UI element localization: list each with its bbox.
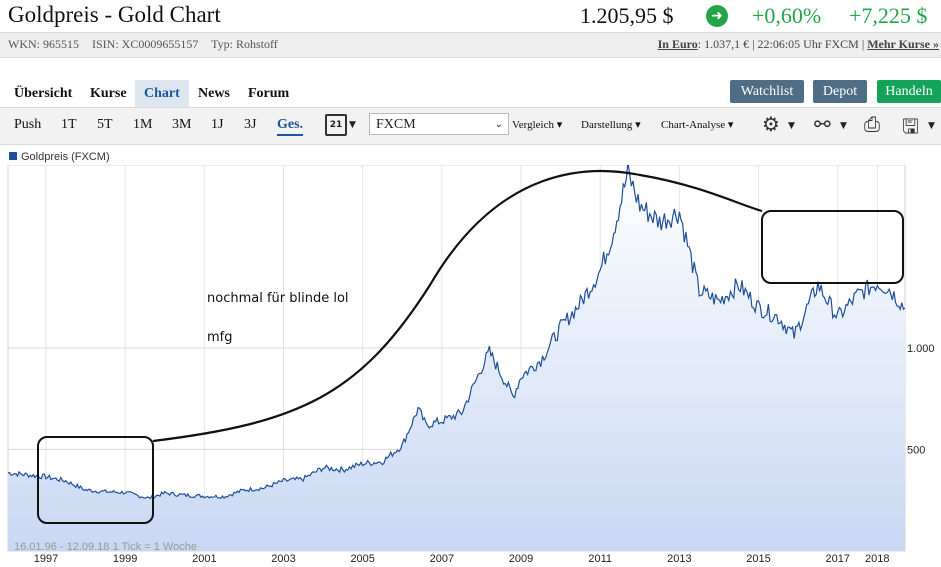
annotation-text-1: nochmal für blinde lol: [207, 291, 349, 306]
page-header: Goldpreis - Gold Chart 1.205,95 $ ➜ +0,6…: [0, 0, 941, 31]
x-tick-label: 2018: [865, 553, 889, 565]
x-tick-label: 2003: [271, 553, 295, 565]
euro-value: : 1.037,1 € | 22:06:05 Uhr FXCM |: [697, 37, 865, 51]
y-tick-label: 500: [907, 444, 925, 456]
chart-range-footer: 16.01.96 - 12.09.18 1 Tick = 1 Woche: [14, 541, 197, 553]
chart-analyse-label: Chart-Analyse: [661, 119, 726, 131]
vergleich-label: Vergleich: [512, 119, 554, 131]
gold-price-chart[interactable]: 1997 1999 2001 2003 2005 2007 2009 2011 2013 2015…: [0, 165, 941, 565]
isin-label: ISIN: XC0009655157: [92, 37, 199, 51]
x-tick-label: 2009: [509, 553, 533, 565]
in-euro-link[interactable]: In Euro: [658, 37, 698, 51]
euro-quote: In Euro: 1.037,1 € | 22:06:05 Uhr FXCM |…: [658, 37, 939, 52]
nodes-icon[interactable]: ⚯: [814, 112, 831, 136]
gear-caret-icon[interactable]: ▼: [788, 121, 795, 131]
x-tick-label: 2013: [667, 553, 691, 565]
chart-toolbar: Push 1T 5T 1M 3M 1J 3J Ges. 21 ▼ FXCM ⌄ …: [0, 107, 941, 145]
type-label: Typ: Rohstoff: [211, 37, 278, 51]
depot-button[interactable]: Depot: [813, 80, 867, 103]
darstellung-label: Darstellung: [581, 119, 633, 131]
gear-icon[interactable]: ⚙: [762, 112, 780, 136]
period-ges[interactable]: Ges.: [277, 117, 304, 136]
x-tick-label: 2015: [746, 553, 770, 565]
calendar-caret-icon[interactable]: ▼: [349, 120, 356, 130]
x-tick-label: 2017: [825, 553, 849, 565]
chevron-down-icon: ⌄: [494, 119, 503, 130]
tab-chart[interactable]: Chart: [135, 80, 189, 107]
nodes-caret-icon[interactable]: ▼: [840, 121, 847, 131]
change-absolute: +7,225 $: [849, 3, 928, 28]
wkn-label: WKN: 965515: [8, 37, 79, 51]
annotation-text-2: mfg: [207, 330, 233, 345]
x-axis-ticks: 1997 1999 2001 2003 2005 2007 2009 2011 2013 2015…: [34, 553, 890, 565]
arrow-up-circle-icon: ➜: [706, 5, 728, 27]
legend-label: Goldpreis (FXCM): [21, 151, 110, 163]
x-tick-label: 2005: [350, 553, 374, 565]
y-axis-ticks: 1.000 500: [907, 343, 935, 457]
exchange-select[interactable]: FXCM ⌄: [369, 113, 509, 135]
page-title: Goldpreis - Gold Chart: [8, 2, 221, 27]
calendar-icon[interactable]: 21: [325, 114, 347, 136]
period-3m[interactable]: 3M: [172, 117, 191, 133]
tab-kurse[interactable]: Kurse: [90, 80, 127, 107]
chart-analyse-menu[interactable]: Chart-Analyse ▾: [661, 118, 733, 131]
save-caret-icon[interactable]: ▼: [928, 121, 935, 131]
tab-news[interactable]: News: [198, 80, 230, 107]
darstellung-menu[interactable]: Darstellung ▾: [581, 118, 641, 131]
period-push[interactable]: Push: [14, 117, 41, 133]
x-tick-label: 2011: [588, 553, 612, 565]
more-quotes-link[interactable]: Mehr Kurse »: [867, 37, 939, 51]
chart-legend: Goldpreis (FXCM): [9, 151, 110, 163]
period-3j[interactable]: 3J: [244, 117, 256, 133]
change-percent: +0,60%: [752, 3, 822, 28]
period-1t[interactable]: 1T: [61, 117, 77, 133]
instrument-meta: WKN: 965515 ISIN: XC0009655157 Typ: Rohs…: [8, 37, 288, 52]
print-icon[interactable]: ⎙: [864, 112, 880, 136]
period-1j[interactable]: 1J: [211, 117, 223, 133]
handeln-button[interactable]: Handeln: [877, 80, 941, 103]
tab-forum[interactable]: Forum: [248, 80, 289, 107]
legend-swatch: [9, 152, 17, 160]
period-5t[interactable]: 5T: [97, 117, 113, 133]
y-tick-label: 1.000: [907, 343, 935, 355]
x-tick-label: 1999: [113, 553, 137, 565]
x-tick-label: 1997: [34, 553, 58, 565]
x-tick-label: 2007: [430, 553, 454, 565]
tab-uebersicht[interactable]: Übersicht: [14, 80, 72, 107]
x-tick-label: 2001: [192, 553, 216, 565]
period-1m[interactable]: 1M: [133, 117, 152, 133]
instrument-info-bar: WKN: 965515 ISIN: XC0009655157 Typ: Rohs…: [0, 32, 941, 58]
exchange-value: FXCM: [376, 117, 416, 132]
vergleich-menu[interactable]: Vergleich ▾: [512, 118, 562, 131]
current-price: 1.205,95 $: [580, 3, 674, 28]
save-icon[interactable]: 🖫: [902, 112, 919, 146]
watchlist-button[interactable]: Watchlist: [730, 80, 804, 103]
